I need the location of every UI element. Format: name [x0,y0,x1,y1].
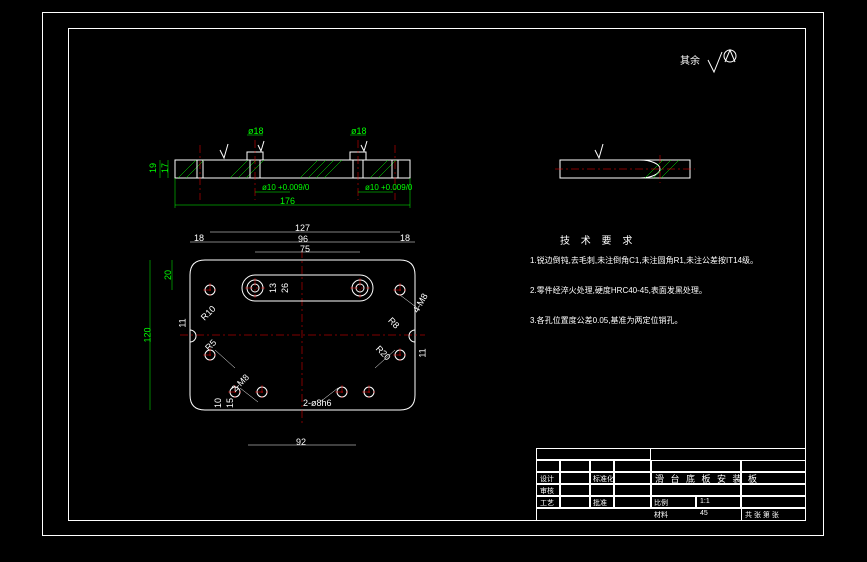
tb-sheet: 共 张 第 张 [745,510,779,520]
dim-w96: 96 [298,234,308,244]
notes-2: 2.零件经淬火处理,硬度HRC40-45,表面发黑处理。 [530,284,790,298]
dim-h13: 13 [268,283,278,293]
dim-d18a: ø18 [248,126,264,136]
dim-d18b: ø18 [351,126,367,136]
dim-h15: 15 [225,398,235,408]
dim-w75: 75 [300,244,310,254]
dim-h20: 20 [163,270,173,280]
notes-3: 3.各孔位置度公差0.05,基准为两定位销孔。 [530,314,790,328]
dim-d10a: ø10 +0.009/0 [262,183,309,192]
dim-w176: 176 [280,196,295,206]
tb-std: 标准化 [593,474,614,484]
dim-h11b: 11 [418,348,428,357]
dim-d10b: ø10 +0.009/0 [365,183,412,192]
tb-scale: 比例 [654,498,668,508]
tb-material: 材料 [654,510,668,520]
dim-w92: 92 [296,437,306,447]
tb-check: 审核 [540,486,554,496]
notes-1: 1.锐边倒钝,去毛刺,未注倒角C1,未注圆角R1,未注公差按IT14级。 [530,254,790,268]
tb-design: 设计 [540,474,554,484]
dim-h17: 17 [160,163,170,173]
tb-matval: 45 [700,510,708,517]
dim-w18b: 18 [400,233,410,243]
side-view [555,144,695,183]
tb-process: 工艺 [540,498,554,508]
dim-h11a: 11 [178,318,188,327]
tb-scaleval: 1:1 [700,498,710,505]
dim-h19: 19 [148,163,158,173]
dim-h26: 26 [280,283,290,293]
dim-d8h6: 2-ø8h6 [303,398,332,408]
tb-partname: 滑 台 底 板 安 装 板 [655,472,759,485]
surface-finish-label: 其余 [680,52,700,67]
top-view [150,232,425,445]
dim-h120: 120 [143,327,153,342]
surface-finish-symbol [708,50,736,72]
notes-title: 技 术 要 求 [560,232,636,247]
tb-approve: 批准 [593,498,607,508]
dim-w127: 127 [295,223,310,233]
dim-h10: 10 [213,398,223,408]
dim-w18a: 18 [194,233,204,243]
